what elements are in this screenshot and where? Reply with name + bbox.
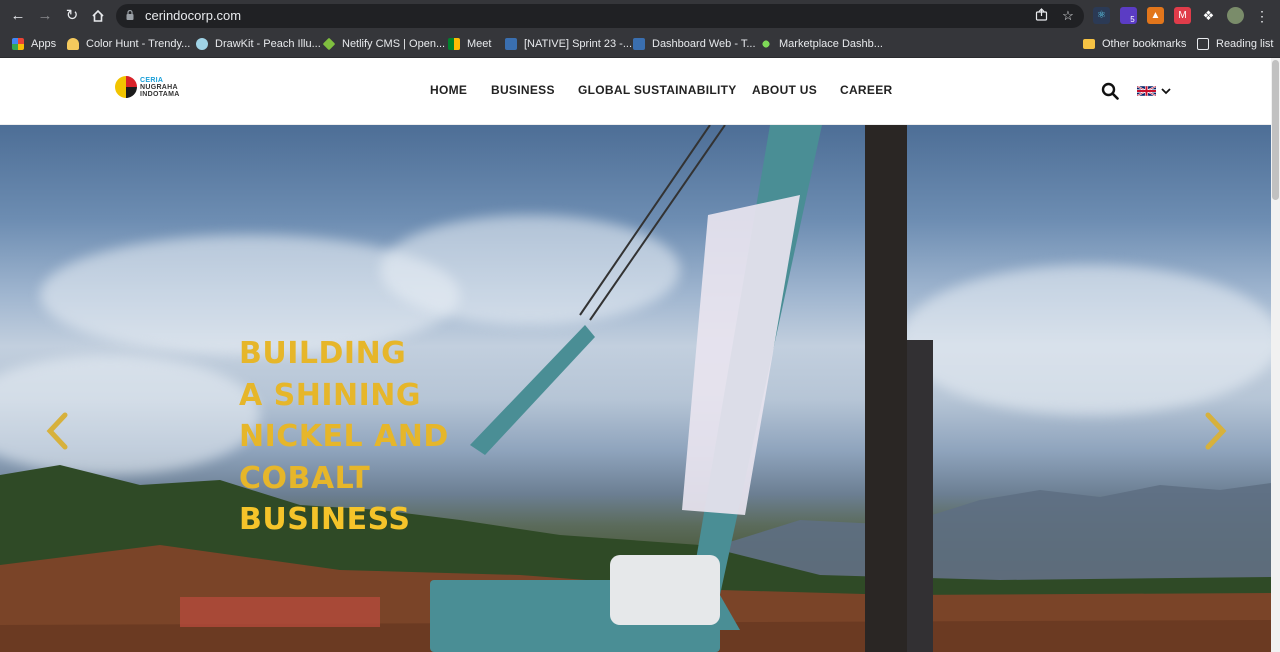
hero-slider: BUILDING A SHINING NICKEL AND COBALT BUS… [0, 125, 1271, 652]
drawkit-icon [196, 38, 208, 50]
language-selector[interactable] [1137, 85, 1171, 97]
hero-background-scene [0, 125, 1271, 652]
color-hunt-icon [67, 38, 79, 50]
share-icon[interactable] [1033, 8, 1049, 24]
bookmark-apps[interactable]: Apps [12, 36, 56, 52]
m-extension-icon[interactable]: M [1174, 7, 1191, 24]
apps-grid-icon [12, 38, 24, 50]
reading-list-icon [1197, 38, 1209, 50]
bookmark-star-icon[interactable]: ☆ [1060, 8, 1076, 24]
nav-career[interactable]: CAREER [840, 83, 892, 97]
chevron-down-icon [1161, 88, 1171, 95]
kebab-menu-icon[interactable]: ⋮ [1252, 6, 1272, 26]
dashboard-icon [633, 38, 645, 50]
url-text: cerindocorp.com [145, 8, 242, 23]
nav-global-sustainability[interactable]: GLOBAL SUSTAINABILITY [578, 83, 737, 97]
sprint-icon [505, 38, 517, 50]
browser-toolbar: ← → ↻ cerindocorp.com ☆ ⚛ 5 ▲ M ❖ ⋮ [0, 0, 1280, 31]
bookmark-reading-list[interactable]: Reading list [1197, 36, 1273, 52]
search-icon[interactable] [1101, 82, 1119, 100]
scrollbar-thumb[interactable] [1272, 60, 1279, 200]
site-header: CERIA NUGRAHA INDOTAMA HOME BUSINESS GLO… [0, 58, 1271, 125]
bookmarks-bar: Apps Color Hunt - Trendy... DrawKit - Pe… [0, 31, 1280, 58]
meet-icon [448, 38, 460, 50]
web-page: CERIA NUGRAHA INDOTAMA HOME BUSINESS GLO… [0, 58, 1271, 652]
nav-about-us[interactable]: ABOUT US [752, 83, 817, 97]
metamask-icon[interactable]: ▲ [1147, 7, 1164, 24]
main-nav: HOME BUSINESS GLOBAL SUSTAINABILITY ABOU… [0, 83, 1271, 101]
marketplace-icon [760, 38, 772, 50]
folder-icon [1083, 39, 1095, 49]
slider-next-arrow-icon[interactable] [1202, 412, 1228, 450]
bookmark-meet[interactable]: Meet [448, 36, 491, 52]
home-icon[interactable] [88, 6, 108, 26]
bookmark-netlify[interactable]: Netlify CMS | Open... [322, 36, 445, 52]
forward-arrow-icon[interactable]: → [35, 6, 55, 26]
back-arrow-icon[interactable]: ← [8, 6, 28, 26]
react-devtools-icon[interactable]: ⚛ [1093, 7, 1110, 24]
bookmark-drawkit[interactable]: DrawKit - Peach Illu... [196, 36, 321, 52]
netlify-icon [322, 37, 336, 51]
reload-icon[interactable]: ↻ [62, 6, 82, 26]
address-bar[interactable]: cerindocorp.com ☆ [116, 4, 1084, 28]
bookmark-color-hunt[interactable]: Color Hunt - Trendy... [67, 36, 190, 52]
bookmark-marketplace[interactable]: Marketplace Dashb... [760, 36, 883, 52]
uk-flag-icon [1137, 85, 1156, 97]
slider-prev-arrow-icon[interactable] [45, 412, 71, 450]
profile-avatar[interactable] [1227, 7, 1244, 24]
hero-title: BUILDING A SHINING NICKEL AND COBALT BUS… [239, 336, 449, 537]
lock-icon [126, 10, 134, 20]
bookmark-sprint[interactable]: [NATIVE] Sprint 23 -... [505, 36, 632, 52]
bookmark-dashboard[interactable]: Dashboard Web - T... [633, 36, 756, 52]
nav-home[interactable]: HOME [430, 83, 467, 97]
puzzle-extensions-icon[interactable]: ❖ [1200, 7, 1217, 24]
page-scrollbar[interactable] [1271, 58, 1280, 652]
nav-business[interactable]: BUSINESS [491, 83, 555, 97]
extension-badge-icon[interactable]: 5 [1120, 7, 1137, 24]
bookmark-other[interactable]: Other bookmarks [1083, 36, 1186, 52]
